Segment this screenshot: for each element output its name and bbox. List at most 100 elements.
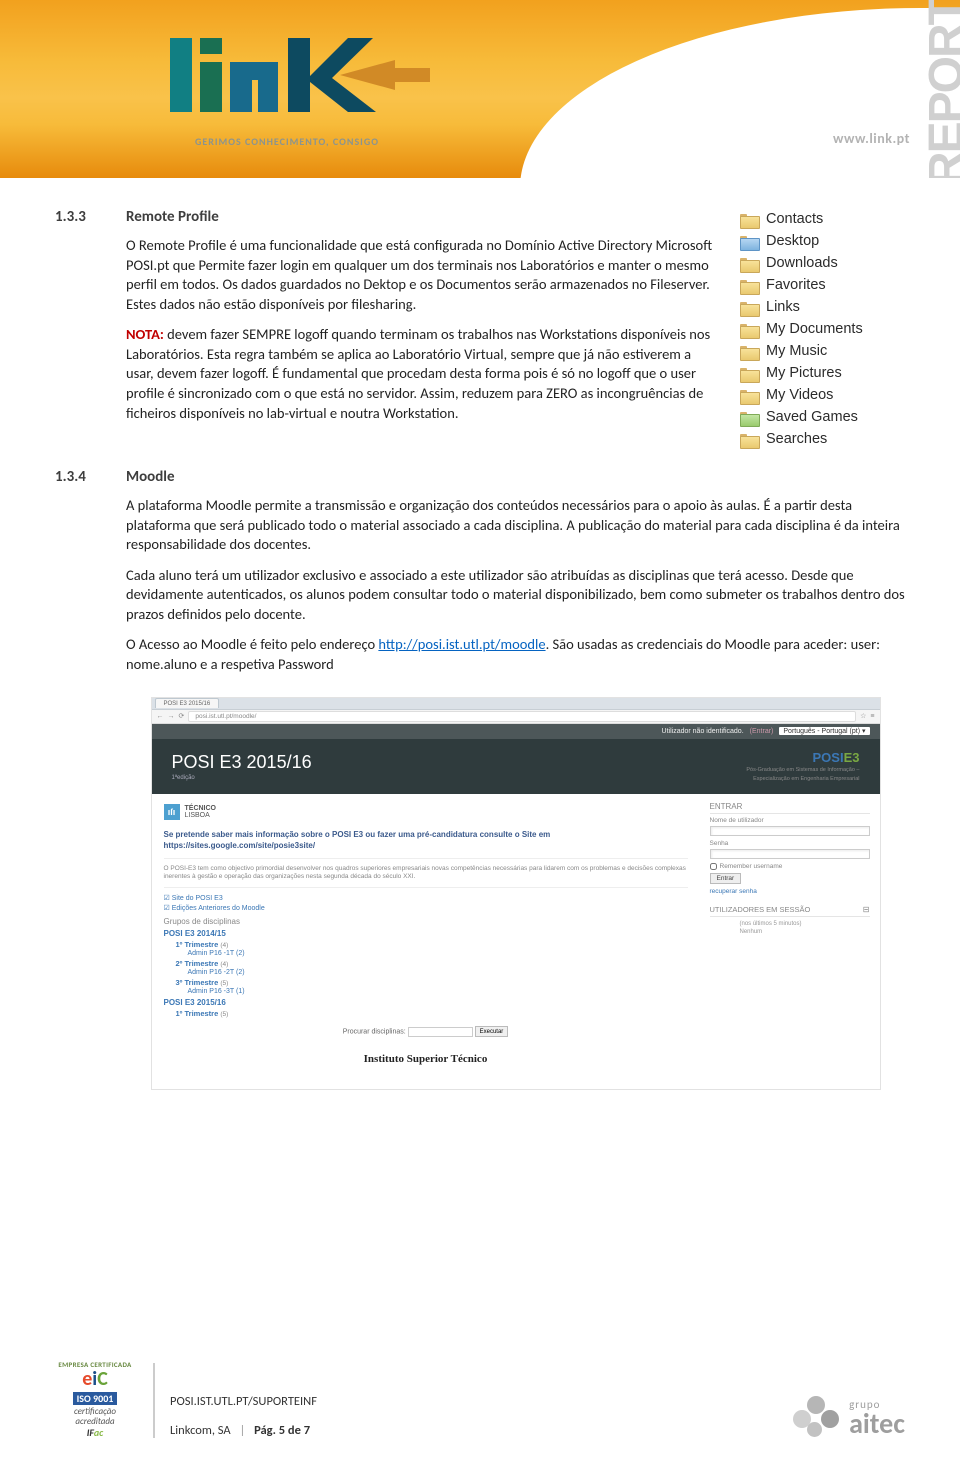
reload-icon[interactable]: ⟳ bbox=[179, 712, 185, 720]
login-heading: ENTRAR bbox=[710, 802, 870, 814]
course-link[interactable]: POSI E3 2014/15 bbox=[164, 929, 688, 938]
session-heading: UTILIZADORES EM SESSÃO ⊟ bbox=[710, 905, 870, 917]
tecnico-logo: ıſı TÉCNICO LISBOA bbox=[164, 804, 688, 820]
folder-label: Saved Games bbox=[766, 409, 858, 425]
enter-button[interactable]: Entrar bbox=[710, 873, 742, 884]
folder-icon bbox=[740, 256, 758, 271]
trimestre-link[interactable]: 2º Trimestre (4) bbox=[176, 959, 688, 968]
moodle-screenshot: POSI E3 2015/16 ← → ⟳ posi.ist.utl.pt/mo… bbox=[151, 697, 881, 1091]
check-link[interactable]: ☑ Edições Anteriores do Moodle bbox=[164, 904, 688, 912]
trimestre-link[interactable]: 1º Trimestre (5) bbox=[176, 1009, 688, 1018]
folder-item[interactable]: Favorites bbox=[740, 274, 905, 296]
folder-icon bbox=[740, 344, 758, 359]
folder-label: Searches bbox=[766, 431, 827, 447]
folder-label: My Videos bbox=[766, 387, 833, 403]
folder-item[interactable]: My Music bbox=[740, 340, 905, 362]
paragraph-nota: NOTA: devem fazer SEMPRE logoff quando t… bbox=[126, 325, 720, 423]
login-link[interactable]: (Entrar) bbox=[750, 728, 774, 735]
folder-icon bbox=[740, 212, 758, 227]
nav-back-icon[interactable]: ← bbox=[157, 713, 164, 720]
course-link[interactable]: POSI E3 2015/16 bbox=[164, 998, 688, 1007]
folder-label: Desktop bbox=[766, 233, 819, 249]
admin-link[interactable]: Admin P16 -3T (1) bbox=[188, 988, 688, 995]
groups-heading: Grupos de disciplinas bbox=[164, 917, 688, 926]
search-label: Procurar disciplinas: bbox=[343, 1029, 406, 1036]
collapse-icon[interactable]: ⊟ bbox=[863, 905, 870, 914]
page-number: Pág. 5 de 7 bbox=[254, 1423, 310, 1438]
paragraph: Cada aluno terá um utilizador exclusivo … bbox=[126, 566, 905, 625]
nota-label: NOTA: bbox=[126, 325, 164, 343]
section-title: Remote Profile bbox=[126, 208, 720, 226]
moodle-notice-url[interactable]: https://sites.google.com/site/posie3site… bbox=[164, 841, 688, 850]
posi-logo: POSIE3 Pós-Graduação em Sistemas de Info… bbox=[746, 750, 859, 782]
folder-icon bbox=[740, 300, 758, 315]
moodle-notice: Se pretende saber mais informação sobre … bbox=[164, 830, 688, 839]
paragraph: O Acesso ao Moodle é feito pelo endereço… bbox=[126, 635, 905, 674]
folder-icon bbox=[740, 388, 758, 403]
folder-item[interactable]: My Pictures bbox=[740, 362, 905, 384]
company-name: Linkcom, SA bbox=[170, 1423, 231, 1438]
pass-label: Senha bbox=[710, 840, 870, 847]
folder-item[interactable]: Links bbox=[740, 296, 905, 318]
folder-item[interactable]: Desktop bbox=[740, 230, 905, 252]
folder-icon bbox=[740, 366, 758, 381]
folder-label: Contacts bbox=[766, 211, 823, 227]
paragraph: A plataforma Moodle permite a transmissã… bbox=[126, 496, 905, 555]
page-footer: EMPRESA CERTIFICADA eiC ISO 9001 certifi… bbox=[0, 1343, 960, 1463]
folder-item[interactable]: Searches bbox=[740, 428, 905, 450]
username-input[interactable] bbox=[710, 826, 870, 836]
section-title: Moodle bbox=[126, 468, 905, 486]
doc-ref: POSI.IST.UTL.PT/SUPORTEINF bbox=[170, 1394, 317, 1409]
side-label: REPORT bbox=[931, 0, 960, 178]
folder-label: My Documents bbox=[766, 321, 863, 337]
logo-tagline: GERIMOS CONHECIMENTO, CONSIGO bbox=[195, 135, 430, 148]
section-moodle: 1.3.4 Moodle A plataforma Moodle permite… bbox=[55, 468, 905, 1090]
star-icon[interactable]: ☆ bbox=[860, 712, 866, 720]
folder-label: Downloads bbox=[766, 255, 838, 271]
moodle-header: POSI E3 2015/16 1ªedição POSIE3 Pós-Grad… bbox=[152, 739, 880, 794]
moodle-top-strip: Utilizador não identificado. (Entrar) Po… bbox=[152, 724, 880, 739]
section-remote-profile: 1.3.3 Remote Profile O Remote Profile é … bbox=[55, 208, 905, 450]
section-number: 1.3.3 bbox=[55, 208, 110, 450]
folder-item[interactable]: Downloads bbox=[740, 252, 905, 274]
lang-selector[interactable]: Português - Portugal (pt) ▾ bbox=[779, 727, 869, 735]
check-link[interactable]: ☑ Site do POSI E3 bbox=[164, 894, 688, 902]
folder-icon bbox=[740, 410, 758, 425]
folder-item[interactable]: My Videos bbox=[740, 384, 905, 406]
folder-label: My Music bbox=[766, 343, 827, 359]
folder-item[interactable]: My Documents bbox=[740, 318, 905, 340]
remember-row[interactable]: Remember username bbox=[710, 863, 870, 870]
ist-footer: Instituto Superior Técnico bbox=[164, 1043, 688, 1079]
browser-address-bar: ← → ⟳ posi.ist.utl.pt/moodle/ ☆ ≡ bbox=[152, 710, 880, 724]
folder-icon bbox=[740, 432, 758, 447]
remember-checkbox[interactable] bbox=[710, 863, 717, 870]
browser-tab[interactable]: POSI E3 2015/16 bbox=[155, 698, 220, 708]
browser-tabbar: POSI E3 2015/16 bbox=[152, 698, 880, 710]
folder-label: Favorites bbox=[766, 277, 826, 293]
moodle-body: ıſı TÉCNICO LISBOA Se pretende saber mai… bbox=[152, 794, 880, 1090]
trimestre-link[interactable]: 1º Trimestre (4) bbox=[176, 940, 688, 949]
folder-icon bbox=[740, 322, 758, 337]
forgot-link[interactable]: recuperar senha bbox=[710, 888, 870, 895]
nota-text: devem fazer SEMPRE logoff quando termina… bbox=[126, 325, 710, 421]
paragraph: O Remote Profile é uma funcionalidade qu… bbox=[126, 236, 720, 314]
admin-link[interactable]: Admin P16 -2T (2) bbox=[188, 969, 688, 976]
folder-item[interactable]: Contacts bbox=[740, 208, 905, 230]
header-url: www.link.pt bbox=[833, 130, 910, 147]
folder-item[interactable]: Saved Games bbox=[740, 406, 905, 428]
moodle-description: O POSI-E3 tem como objectivo primordial … bbox=[164, 858, 688, 889]
moodle-link[interactable]: http://posi.ist.utl.pt/moodle bbox=[378, 635, 545, 653]
admin-link[interactable]: Admin P16 -1T (2) bbox=[188, 950, 688, 957]
folder-list: Contacts Desktop Downloads Favorites Links My… bbox=[740, 208, 905, 450]
menu-icon[interactable]: ≡ bbox=[870, 713, 874, 720]
trimestre-link[interactable]: 3º Trimestre (5) bbox=[176, 978, 688, 987]
link-logo: GERIMOS CONHECIMENTO, CONSIGO bbox=[170, 38, 430, 148]
url-field[interactable]: posi.ist.utl.pt/moodle/ bbox=[188, 711, 856, 722]
section-number: 1.3.4 bbox=[55, 468, 110, 1090]
search-button[interactable]: Executar bbox=[475, 1026, 509, 1037]
password-input[interactable] bbox=[710, 849, 870, 859]
folder-icon bbox=[740, 234, 758, 249]
page-header: GERIMOS CONHECIMENTO, CONSIGO www.link.p… bbox=[0, 0, 960, 178]
nav-fwd-icon[interactable]: → bbox=[168, 713, 175, 720]
search-input[interactable] bbox=[408, 1027, 473, 1037]
